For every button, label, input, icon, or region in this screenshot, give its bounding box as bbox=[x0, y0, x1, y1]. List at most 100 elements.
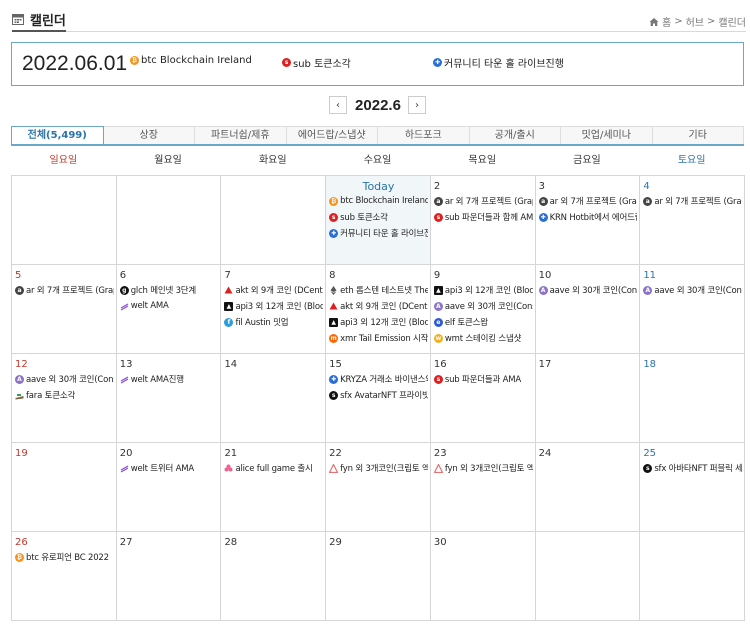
calendar-event[interactable]: f fil Austin 밋업 bbox=[224, 314, 323, 330]
calendar-event[interactable]: akt 외 9개 코인 (DCentral Au bbox=[329, 298, 428, 314]
calendar-day-today[interactable]: Today ₿ btc Blockchain Ireland s sub 토큰소각 ✚ 커뮤… bbox=[326, 176, 431, 265]
calendar-day[interactable]: 25 s sfx 아바타NFT 퍼블릭 세일 bbox=[640, 443, 746, 532]
calendar-event[interactable]: fara 토큰소각 bbox=[15, 387, 114, 403]
calendar-event[interactable]: Aaave 외 30개 코인(Consensu bbox=[15, 371, 114, 387]
calendar-day[interactable]: 23 fyn 외 3개코인(크립토 엑스 bbox=[430, 443, 536, 532]
calendar-day[interactable]: 4aar 외 7개 프로젝트 (Graph D bbox=[640, 176, 746, 265]
calendar-day[interactable]: 29 bbox=[326, 532, 431, 621]
calendar-day[interactable]: 7akt 외 9개 코인 (DCentral Au▲api3 외 12개 코인 … bbox=[221, 265, 327, 354]
calendar-day[interactable]: 27 bbox=[116, 532, 222, 621]
calendar-event[interactable]: s sub 파운더들과 AMA bbox=[433, 371, 533, 387]
calendar-event[interactable]: Aaave 외 30개 코인(Consensu bbox=[643, 282, 742, 298]
event-text: alice full game 출시 bbox=[235, 464, 313, 474]
calendar-event[interactable]: aar 외 7개 프로젝트 (Graph D bbox=[433, 193, 533, 209]
calendar-day[interactable]: 6 g glch 메인넷 3단계 welt AMA bbox=[116, 265, 222, 354]
calendar-event[interactable]: eth 롭스텐 테스트넷 The M bbox=[329, 282, 428, 298]
calendar-day[interactable]: 19 bbox=[12, 443, 117, 532]
calendar-event[interactable]: ▲api3 외 12개 코인 (Blockchai bbox=[433, 282, 533, 298]
calendar-event[interactable]: ✚ KRN Hotbit에서 에어드랍 bbox=[538, 209, 637, 225]
calendar-day[interactable]: 3aar 외 7개 프로젝트 (Graph D✚KRN Hotbit에서 에어드… bbox=[535, 176, 641, 265]
calendar-event[interactable]: ▲api3 외 12개 코인 (Blockchai bbox=[224, 298, 323, 314]
prev-month-button[interactable]: ‹ bbox=[329, 96, 347, 114]
today-event[interactable]: ✚ 커뮤니티 타운 홀 라이브진행 bbox=[433, 55, 564, 70]
calendar-event[interactable]: s sub 토큰소각 bbox=[329, 209, 428, 225]
calendar-event[interactable]: m xmr Tail Emission 시작 bbox=[329, 330, 428, 346]
calendar-event[interactable]: aar 외 7개 프로젝트 (Graph D bbox=[538, 193, 637, 209]
calendar-day[interactable]: 20 welt 트위터 AMA bbox=[116, 443, 222, 532]
btc-icon: ₿ bbox=[329, 196, 339, 206]
tab-hardfork[interactable]: 하드포크 bbox=[378, 126, 470, 144]
calendar-event[interactable]: Aaave 외 30개 코인(Consensu bbox=[433, 298, 533, 314]
calendar-day[interactable]: 11Aaave 외 30개 코인(Consensu bbox=[640, 265, 746, 354]
breadcrumb-home[interactable]: 홈 bbox=[662, 14, 671, 29]
calendar-event[interactable]: e elf 토큰스왑 bbox=[433, 314, 533, 330]
calendar-day[interactable]: 26 ₿ btc 유로피언 BC 2022 bbox=[12, 532, 117, 621]
calendar-event[interactable]: aar 외 7개 프로젝트 (Graph D bbox=[643, 193, 742, 209]
calendar-day[interactable]: 2aar 외 7개 프로젝트 (Graph Dssub 파운더들과 함께 AMA bbox=[430, 176, 536, 265]
calendar-day[interactable]: 13 welt AMA진행 bbox=[116, 354, 222, 443]
event-text: fyn 외 3개코인(크립토 엑스 bbox=[340, 464, 428, 474]
day-number: 23 bbox=[433, 448, 447, 459]
today-event[interactable]: s sub 토큰소각 bbox=[282, 55, 351, 70]
calendar-day[interactable]: 17 bbox=[535, 354, 641, 443]
month-navigation: ‹ 2022.6 › bbox=[0, 96, 750, 116]
calendar-event[interactable]: alice full game 출시 bbox=[224, 460, 323, 476]
calendar-day[interactable]: 8 eth 롭스텐 테스트넷 The M akt 외 9개 코인 (DCentral… bbox=[326, 265, 431, 354]
calendar-event[interactable]: ✚KRYZA 거래소 바이낸스와 협 bbox=[329, 371, 428, 387]
calendar-event[interactable]: ₿ btc 유로피언 BC 2022 bbox=[15, 549, 114, 565]
today-event[interactable]: ₿ btc Blockchain Ireland bbox=[130, 55, 252, 66]
calendar-event[interactable]: welt 트위터 AMA bbox=[120, 460, 219, 476]
weekday-tuesday: 화요일 bbox=[258, 155, 287, 166]
calendar-event[interactable]: s sfx 아바타NFT 퍼블릭 세일 bbox=[643, 460, 742, 476]
calendar-event[interactable]: ssfx AvatarNFT 프라이빗 세일 bbox=[329, 387, 428, 403]
tab-all[interactable]: 전체(5,499) bbox=[11, 126, 104, 144]
tab-release[interactable]: 공개/출시 bbox=[469, 126, 561, 144]
api3-icon: ▲ bbox=[329, 317, 339, 327]
calendar-event[interactable]: ▲api3 외 12개 코인 (Blockchai bbox=[329, 314, 428, 330]
tab-meetup[interactable]: 밋업/세미나 bbox=[561, 126, 653, 144]
calendar-day[interactable]: 28 bbox=[221, 532, 327, 621]
next-month-button[interactable]: › bbox=[408, 96, 426, 114]
event-text: aave 외 30개 코인(Consensu bbox=[549, 286, 638, 296]
calendar-event[interactable]: ✚커뮤니티 타운 홀 라이브진행 bbox=[329, 225, 428, 241]
event-text: sub 파운더들과 AMA bbox=[444, 375, 521, 385]
event-text: fara 토큰소각 bbox=[26, 391, 76, 401]
month-label: 2022.6 bbox=[355, 97, 401, 114]
calendar-day[interactable]: 22 fyn 외 3개코인(크립토 엑스 bbox=[326, 443, 431, 532]
calendar-day[interactable]: 30 bbox=[430, 532, 536, 621]
calendar-day[interactable]: 21 alice full game 출시 bbox=[221, 443, 327, 532]
calendar-event[interactable]: g glch 메인넷 3단계 bbox=[119, 282, 219, 298]
tab-listing[interactable]: 상장 bbox=[103, 126, 195, 144]
calendar-event[interactable]: Aaave 외 30개 코인(Consensu bbox=[538, 282, 638, 298]
calendar-day[interactable]: 9▲api3 외 12개 코인 (BlockchaiAaave 외 30개 코인… bbox=[430, 265, 536, 354]
weekday-monday: 월요일 bbox=[154, 155, 182, 166]
tab-other[interactable]: 기타 bbox=[652, 126, 744, 144]
calendar-event[interactable]: fyn 외 3개코인(크립토 엑스 bbox=[433, 460, 533, 476]
calendar-day[interactable]: 24 bbox=[535, 443, 641, 532]
day-number: 22 bbox=[329, 448, 342, 459]
page-title: 캘린더 bbox=[30, 13, 66, 29]
category-tabs: 전체(5,499) 상장 파트너쉽/제휴 에어드랍/스냅샷 하드포크 공개/출시… bbox=[11, 126, 744, 146]
calendar-event[interactable]: ₿ btc Blockchain Ireland bbox=[329, 193, 428, 209]
calendar-event[interactable]: fyn 외 3개코인(크립토 엑스 bbox=[329, 460, 428, 476]
calendar-event[interactable]: s sub 파운더들과 함께 AMA bbox=[433, 209, 533, 225]
breadcrumb-hub[interactable]: 허브 bbox=[686, 14, 704, 29]
calendar-event[interactable]: w wmt 스테이킹 스냅샷 bbox=[433, 330, 533, 346]
calendar-event[interactable]: welt AMA bbox=[120, 298, 219, 314]
calendar-day[interactable]: 16 s sub 파운더들과 AMA bbox=[430, 354, 536, 443]
glch-icon: g bbox=[119, 285, 129, 295]
calendar-day[interactable]: 10Aaave 외 30개 코인(Consensu bbox=[535, 265, 641, 354]
calendar-event[interactable]: akt 외 9개 코인 (DCentral Au bbox=[224, 282, 323, 298]
calendar-day[interactable]: 5aar 외 7개 프로젝트 (Graph D bbox=[12, 265, 117, 354]
calendar-event[interactable]: aar 외 7개 프로젝트 (Graph D bbox=[15, 282, 114, 298]
tab-partnership[interactable]: 파트너쉽/제휴 bbox=[195, 126, 287, 144]
calendar-day[interactable]: 14 bbox=[221, 354, 327, 443]
aave-icon: A bbox=[538, 285, 548, 295]
calendar-event[interactable]: welt AMA진행 bbox=[120, 371, 219, 387]
calendar-day[interactable]: 12Aaave 외 30개 코인(Consensufara 토큰소각 bbox=[12, 354, 117, 443]
calendar-day[interactable]: 18 bbox=[640, 354, 746, 443]
calendar-day[interactable]: 15✚KRYZA 거래소 바이낸스와 협ssfx AvatarNFT 프라이빗 … bbox=[326, 354, 431, 443]
breadcrumb-separator: > bbox=[707, 16, 716, 27]
event-text: wmt 스테이킹 스냅샷 bbox=[444, 334, 522, 344]
tab-airdrop[interactable]: 에어드랍/스냅샷 bbox=[286, 126, 378, 144]
